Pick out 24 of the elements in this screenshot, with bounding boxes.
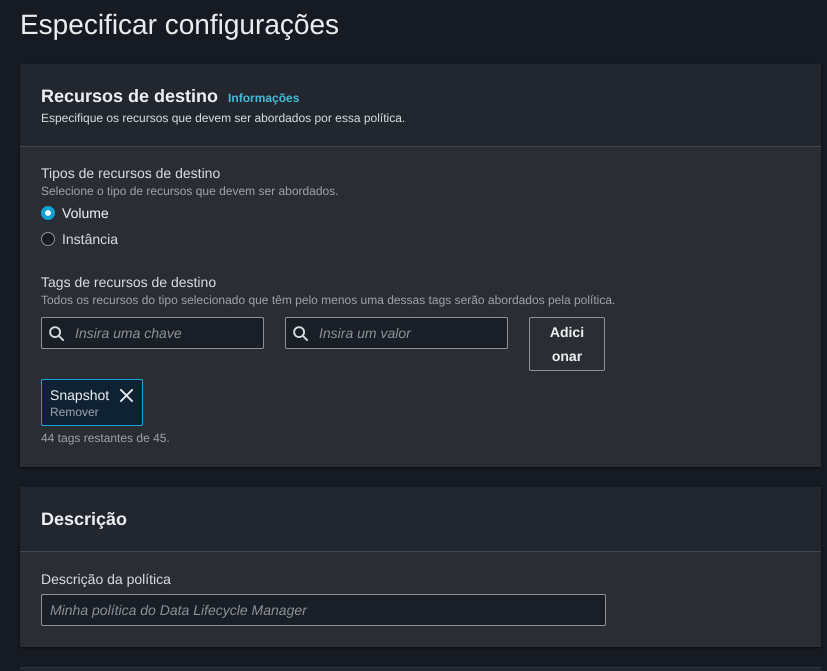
section-heading: Recursos de destino	[41, 85, 218, 108]
section-description: Especifique os recursos que devem ser abordados por essa política.	[41, 110, 406, 126]
search-field[interactable]: Insira um valor	[285, 317, 508, 349]
search-icon	[49, 326, 64, 341]
add-button[interactable]: Adicionar	[529, 317, 605, 371]
radio-option[interactable]: Instância	[41, 228, 118, 250]
radio-option[interactable]: Volume	[41, 202, 109, 224]
token-label: Snapshot	[50, 386, 110, 405]
field-hint: Selecione o tipo de recursos que devem ser abordados.	[41, 183, 339, 199]
search-field[interactable]: Insira uma chave	[41, 317, 264, 349]
token-description: Remover	[50, 405, 99, 420]
field-label: Tags de recursos de destino	[41, 273, 216, 292]
search-icon	[293, 326, 308, 341]
section-heading: Descrição	[41, 508, 128, 531]
field-label: Descrição da política	[41, 570, 171, 589]
close-icon[interactable]	[120, 389, 133, 402]
info-link[interactable]: Informações	[228, 89, 300, 107]
text-field[interactable]: Minha política do Data Lifecycle Manager	[41, 594, 606, 626]
field-hint: Todos os recursos do tipo selecionado que têm pelo menos uma dessas tags serão abordados pela política.	[41, 292, 616, 308]
field-label: Tipos de recursos de destino	[41, 164, 220, 183]
radio-icon[interactable]	[41, 206, 55, 220]
radio-icon[interactable]	[41, 232, 55, 246]
page-title: Especificar configurações	[20, 8, 340, 42]
tag-count-text: 44 tags restantes de 45.	[41, 430, 170, 446]
